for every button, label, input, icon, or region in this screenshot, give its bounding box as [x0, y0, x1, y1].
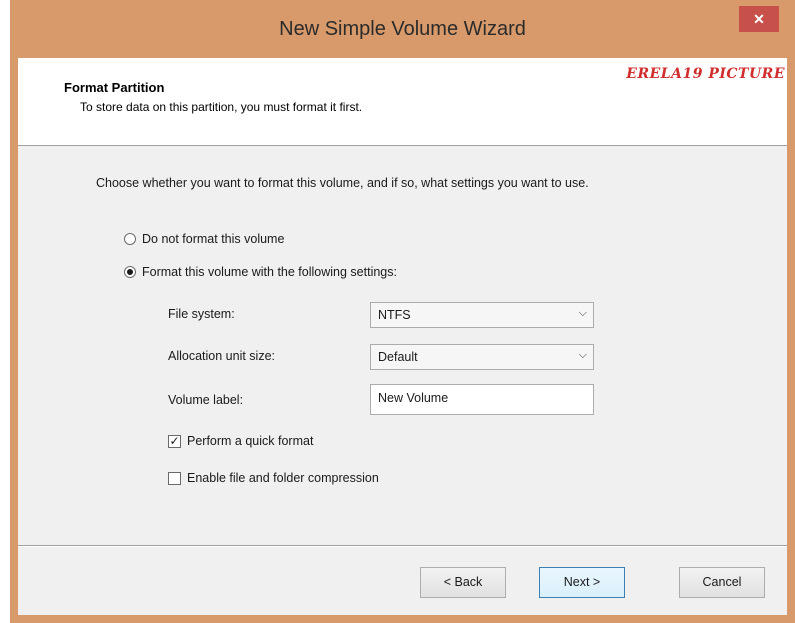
compression-option[interactable]: Enable file and folder compression	[168, 471, 379, 485]
cancel-button[interactable]: Cancel	[679, 567, 765, 598]
title-bar[interactable]: New Simple Volume Wizard ✕	[10, 0, 795, 58]
allocation-unit-value: Default	[378, 350, 418, 364]
screen: New Simple Volume Wizard ✕ Format Partit…	[0, 0, 795, 623]
wizard-window: New Simple Volume Wizard ✕ Format Partit…	[10, 0, 795, 623]
radio-button-selected[interactable]	[124, 266, 136, 278]
radio-label: Do not format this volume	[142, 232, 285, 246]
wizard-body: Choose whether you want to format this v…	[18, 146, 787, 536]
instruction-text: Choose whether you want to format this v…	[96, 176, 589, 190]
next-button[interactable]: Next >	[539, 567, 625, 598]
quick-format-option[interactable]: ✓ Perform a quick format	[168, 434, 313, 448]
watermark-text: ERELA19 PICTURE	[626, 66, 785, 82]
chevron-down-icon: ⌵	[578, 349, 587, 361]
close-button[interactable]: ✕	[739, 6, 779, 32]
allocation-unit-label: Allocation unit size:	[168, 349, 276, 363]
checkbox-label: Perform a quick format	[187, 434, 314, 448]
radio-label: Format this volume with the following se…	[142, 265, 397, 279]
checkbox-checked[interactable]: ✓	[168, 434, 181, 448]
wizard-header: Format Partition To store data on this p…	[18, 58, 787, 146]
file-system-value: NTFS	[378, 308, 411, 322]
checkbox-unchecked[interactable]	[168, 471, 181, 485]
chevron-down-icon: ⌵	[578, 307, 587, 319]
footer-divider	[18, 545, 787, 547]
radio-do-not-format[interactable]: Do not format this volume	[124, 232, 284, 246]
volume-label-input[interactable]: New Volume	[370, 384, 594, 415]
window-title: New Simple Volume Wizard	[279, 18, 526, 40]
back-button[interactable]: < Back	[420, 567, 506, 598]
radio-button-unselected[interactable]	[124, 233, 136, 245]
allocation-unit-dropdown[interactable]: Default ⌵	[370, 344, 594, 370]
volume-label-label: Volume label:	[168, 393, 244, 407]
page-subtitle: To store data on this partition, you mus…	[80, 100, 363, 114]
close-icon: ✕	[753, 11, 765, 27]
radio-format-volume[interactable]: Format this volume with the following se…	[124, 265, 397, 279]
file-system-dropdown[interactable]: NTFS ⌵	[370, 302, 594, 328]
file-system-label: File system:	[168, 307, 235, 321]
page-title: Format Partition	[64, 80, 165, 95]
checkbox-label: Enable file and folder compression	[187, 471, 379, 485]
